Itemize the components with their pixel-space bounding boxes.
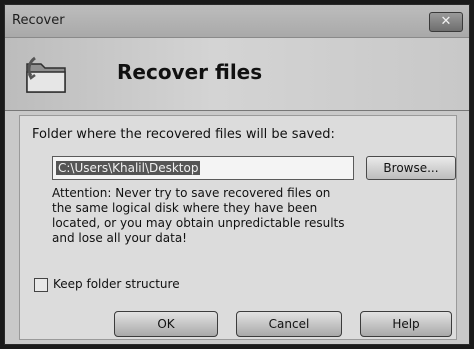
folder-recover-icon: [26, 56, 66, 93]
path-value: C:\Users\Khalil\Desktop: [56, 161, 201, 175]
browse-button[interactable]: Browse...: [366, 156, 456, 180]
keep-structure-checkbox[interactable]: [34, 278, 48, 292]
header-title: Recover files: [117, 60, 263, 84]
folder-label: Folder where the recovered files will be…: [32, 127, 335, 142]
recover-dialog: Recover ✕ Recover files Folder where the…: [4, 4, 470, 345]
ok-label: OK: [157, 317, 175, 331]
help-button[interactable]: Help: [360, 311, 452, 337]
destination-path-input[interactable]: C:\Users\Khalil\Desktop: [52, 156, 354, 180]
cancel-label: Cancel: [268, 317, 310, 331]
ok-button[interactable]: OK: [114, 311, 218, 337]
dialog-header: Recover files: [5, 38, 469, 111]
title-bar[interactable]: Recover ✕: [5, 5, 469, 38]
window-title: Recover: [12, 13, 65, 28]
close-icon: ✕: [440, 14, 452, 29]
attention-warning: Attention: Never try to save recovered f…: [52, 186, 345, 245]
close-button[interactable]: ✕: [429, 12, 463, 32]
browse-label: Browse...: [383, 161, 439, 175]
help-label: Help: [392, 317, 420, 331]
options-panel: Folder where the recovered files will be…: [19, 115, 457, 340]
cancel-button[interactable]: Cancel: [236, 311, 342, 337]
keep-structure-label[interactable]: Keep folder structure: [53, 277, 180, 291]
